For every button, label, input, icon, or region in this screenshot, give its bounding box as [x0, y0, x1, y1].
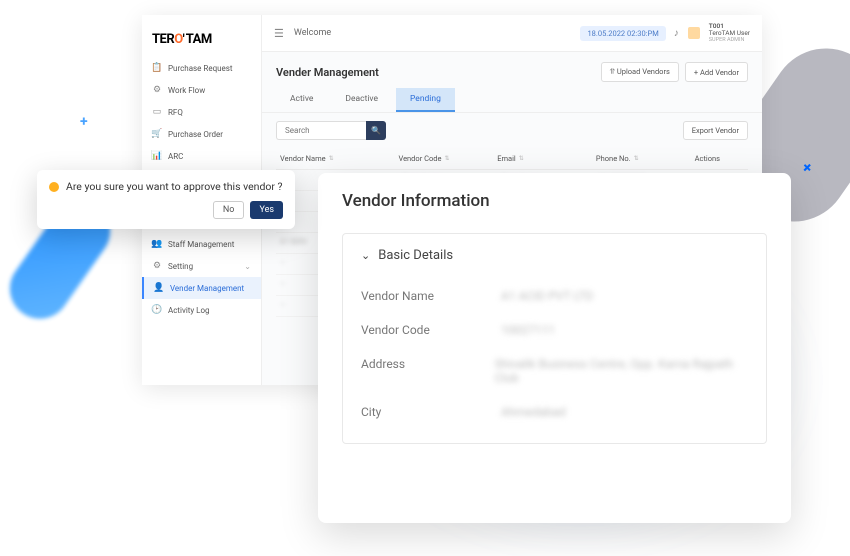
confirm-yes-button[interactable]: Yes	[250, 201, 283, 219]
user-info: T001 TeroTAM User SUPER ADMIN	[709, 23, 750, 43]
page-title: Vender Management	[276, 66, 379, 79]
warning-icon	[49, 182, 59, 192]
sort-icon: ⇅	[634, 155, 639, 162]
datetime-badge: 18.05.2022 02:30:PM	[580, 26, 665, 41]
sidebar-item-setting[interactable]: ⚙ Setting ⌄	[142, 255, 261, 277]
brand-part2: TAM	[186, 32, 212, 47]
brand-accent: O	[174, 32, 182, 47]
sidebar-item-label: Work Flow	[168, 86, 205, 95]
user-name: TeroTAM User	[709, 30, 750, 37]
sidebar-icon: 📋	[152, 63, 162, 73]
upload-vendors-button[interactable]: ⥣ Upload Vendors	[601, 62, 679, 82]
column-header[interactable]: Phone No.⇅	[596, 154, 695, 163]
approve-confirm-dialog: Are you sure you want to approve this ve…	[37, 170, 295, 229]
sidebar-icon: 👥	[152, 239, 162, 249]
field-label: City	[361, 405, 501, 419]
column-header[interactable]: Actions	[695, 154, 744, 163]
field-value: A1 ACID PVT LTD	[501, 289, 593, 303]
field-row: City Ahmedabad	[361, 395, 748, 429]
chevron-down-icon: ⌄	[361, 249, 370, 262]
tab-deactive[interactable]: Deactive	[331, 88, 392, 112]
sidebar-item-work-flow[interactable]: ⚙ Work Flow	[142, 79, 261, 101]
field-label: Vendor Name	[361, 289, 501, 303]
sidebar-item-label: Staff Management	[168, 240, 234, 249]
field-value: 10027111	[501, 323, 555, 337]
sidebar-item-label: Purchase Request	[168, 64, 233, 73]
sidebar-icon: 🛒	[152, 129, 162, 139]
sort-icon: ⇅	[444, 155, 449, 162]
sidebar-icon: ▭	[152, 107, 162, 117]
column-header[interactable]: Vendor Code⇅	[398, 154, 497, 163]
basic-details-section: ⌄ Basic Details Vendor Name A1 ACID PVT …	[342, 233, 767, 444]
notification-icon[interactable]: ♪	[674, 28, 679, 39]
field-row: Vendor Code 10027111	[361, 313, 748, 347]
tabs: ActiveDeactivePending	[262, 88, 762, 113]
menu-toggle-icon[interactable]: ☰	[274, 27, 284, 40]
brand-logo: TERO'TAM	[142, 23, 261, 57]
sidebar-icon: 📊	[152, 151, 162, 161]
sidebar-item-activity-log[interactable]: 🕑 Activity Log	[142, 299, 261, 321]
field-value: Shivalik Business Centre, Opp. Karna Raj…	[495, 357, 748, 385]
sidebar-item-label: Activity Log	[168, 306, 210, 315]
search-bar: 🔍 Export Vendor	[262, 113, 762, 148]
field-row: Vendor Name A1 ACID PVT LTD	[361, 279, 748, 313]
sidebar-item-staff-management[interactable]: 👥 Staff Management	[142, 233, 261, 255]
tab-pending[interactable]: Pending	[396, 88, 455, 112]
brand-part1: TER	[152, 32, 174, 47]
user-role: SUPER ADMIN	[709, 37, 750, 43]
confirm-message: Are you sure you want to approve this ve…	[66, 180, 283, 193]
column-header[interactable]: Vendor Name⇅	[280, 154, 398, 163]
dot-decoration	[817, 130, 825, 138]
field-row: Address Shivalik Business Centre, Opp. K…	[361, 347, 748, 395]
sidebar-item-purchase-order[interactable]: 🛒 Purchase Order	[142, 123, 261, 145]
sidebar-icon: 👤	[154, 283, 164, 293]
sidebar-item-label: Setting	[168, 262, 193, 271]
sidebar-item-rfq[interactable]: ▭ RFQ	[142, 101, 261, 123]
plus-decoration-icon: +	[80, 114, 88, 130]
column-header[interactable]: Email⇅	[497, 154, 596, 163]
field-label: Address	[361, 357, 495, 385]
export-vendor-button[interactable]: Export Vendor	[683, 121, 748, 140]
sidebar-icon: ⚙	[152, 261, 162, 271]
chevron-down-icon: ⌄	[244, 262, 251, 271]
search-button[interactable]: 🔍	[366, 121, 386, 140]
welcome-text: Welcome	[294, 28, 331, 38]
vendor-info-panel: Vendor Information ⌄ Basic Details Vendo…	[318, 173, 791, 523]
section-title: Basic Details	[378, 248, 453, 263]
sidebar-item-label: RFQ	[168, 108, 183, 117]
field-label: Vendor Code	[361, 323, 501, 337]
search-input[interactable]	[276, 121, 366, 140]
field-value: Ahmedabad	[501, 405, 566, 419]
sidebar-item-label: Vender Management	[170, 284, 244, 293]
confirm-no-button[interactable]: No	[213, 201, 245, 219]
sidebar-icon: ⚙	[152, 85, 162, 95]
sidebar-item-label: Purchase Order	[168, 130, 223, 139]
page-header: Vender Management ⥣ Upload Vendors + Add…	[262, 52, 762, 88]
sidebar-item-arc[interactable]: 📊 ARC	[142, 145, 261, 167]
topbar: ☰ Welcome 18.05.2022 02:30:PM ♪ T001 Ter…	[262, 15, 762, 52]
section-header[interactable]: ⌄ Basic Details	[361, 248, 748, 263]
sidebar-icon: 🕑	[152, 305, 162, 315]
add-vendor-button[interactable]: + Add Vendor	[685, 62, 748, 82]
sidebar-item-vender-management[interactable]: 👤 Vender Management	[142, 277, 261, 299]
panel-title: Vendor Information	[342, 191, 767, 211]
sort-icon: ⇅	[519, 155, 524, 162]
avatar[interactable]	[687, 26, 701, 40]
tab-active[interactable]: Active	[276, 88, 327, 112]
sidebar-item-label: ARC	[168, 152, 183, 161]
sort-icon: ⇅	[329, 155, 334, 162]
sidebar-item-purchase-request[interactable]: 📋 Purchase Request	[142, 57, 261, 79]
